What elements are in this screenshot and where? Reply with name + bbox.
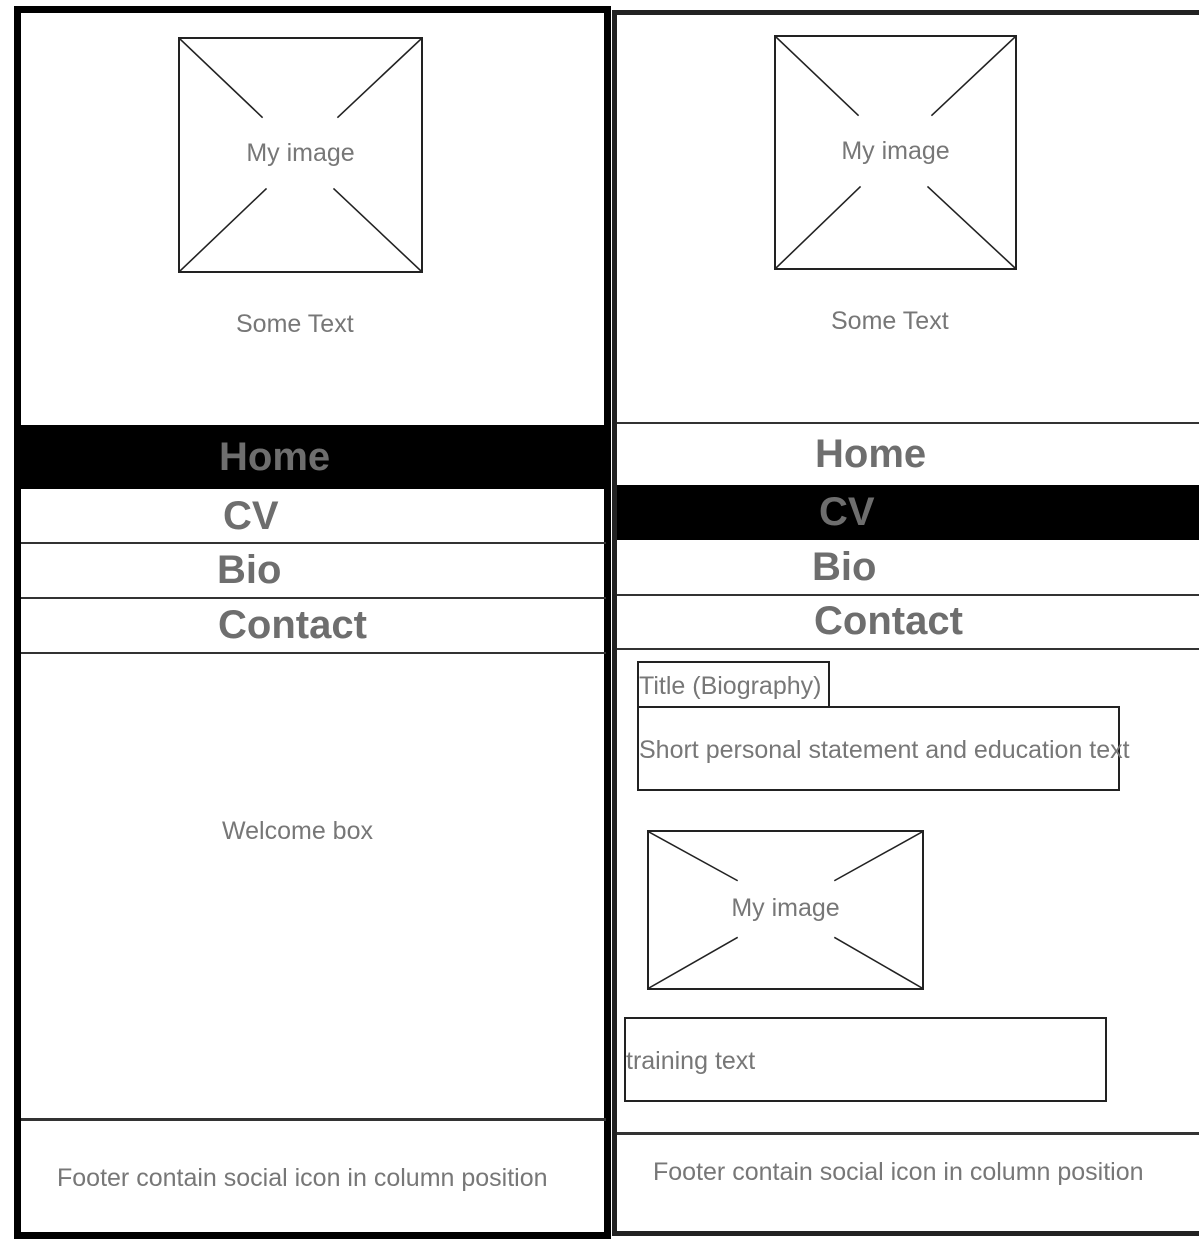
right-title-text: Title (Biography)	[639, 672, 822, 700]
right-statement-box: Short personal statement and education t…	[637, 706, 1130, 791]
right-header-text: Some Text	[831, 307, 949, 335]
right-statement-text: Short personal statement and education t…	[639, 736, 1130, 764]
right-training-text: training text	[626, 1047, 756, 1075]
right-footer-text: Footer contain social icon in column pos…	[653, 1158, 1144, 1186]
right-header-image-label: My image	[837, 137, 954, 165]
left-nav-home[interactable]: Home	[219, 437, 330, 477]
right-header-image-placeholder: My image	[774, 35, 1017, 270]
right-bio-image-placeholder: My image	[647, 830, 924, 990]
right-bio-image-label: My image	[727, 894, 844, 922]
left-header-image-label: My image	[242, 139, 359, 167]
left-welcome-box-text: Welcome box	[222, 817, 373, 845]
right-nav-cv[interactable]: CV	[819, 492, 875, 532]
left-nav-contact[interactable]: Contact	[218, 605, 367, 645]
right-title-box: Title (Biography)	[637, 661, 830, 708]
right-nav-home[interactable]: Home	[815, 434, 926, 474]
left-header-text: Some Text	[236, 310, 354, 338]
right-training-box: training text	[624, 1017, 1107, 1102]
left-nav-cv[interactable]: CV	[223, 496, 279, 536]
left-header-image-placeholder: My image	[178, 37, 423, 273]
right-nav-bio[interactable]: Bio	[812, 547, 876, 587]
right-nav-contact[interactable]: Contact	[814, 601, 963, 641]
left-nav-bio[interactable]: Bio	[217, 550, 281, 590]
right-nav-active-bar	[617, 485, 1199, 540]
left-footer-text: Footer contain social icon in column pos…	[57, 1164, 548, 1192]
